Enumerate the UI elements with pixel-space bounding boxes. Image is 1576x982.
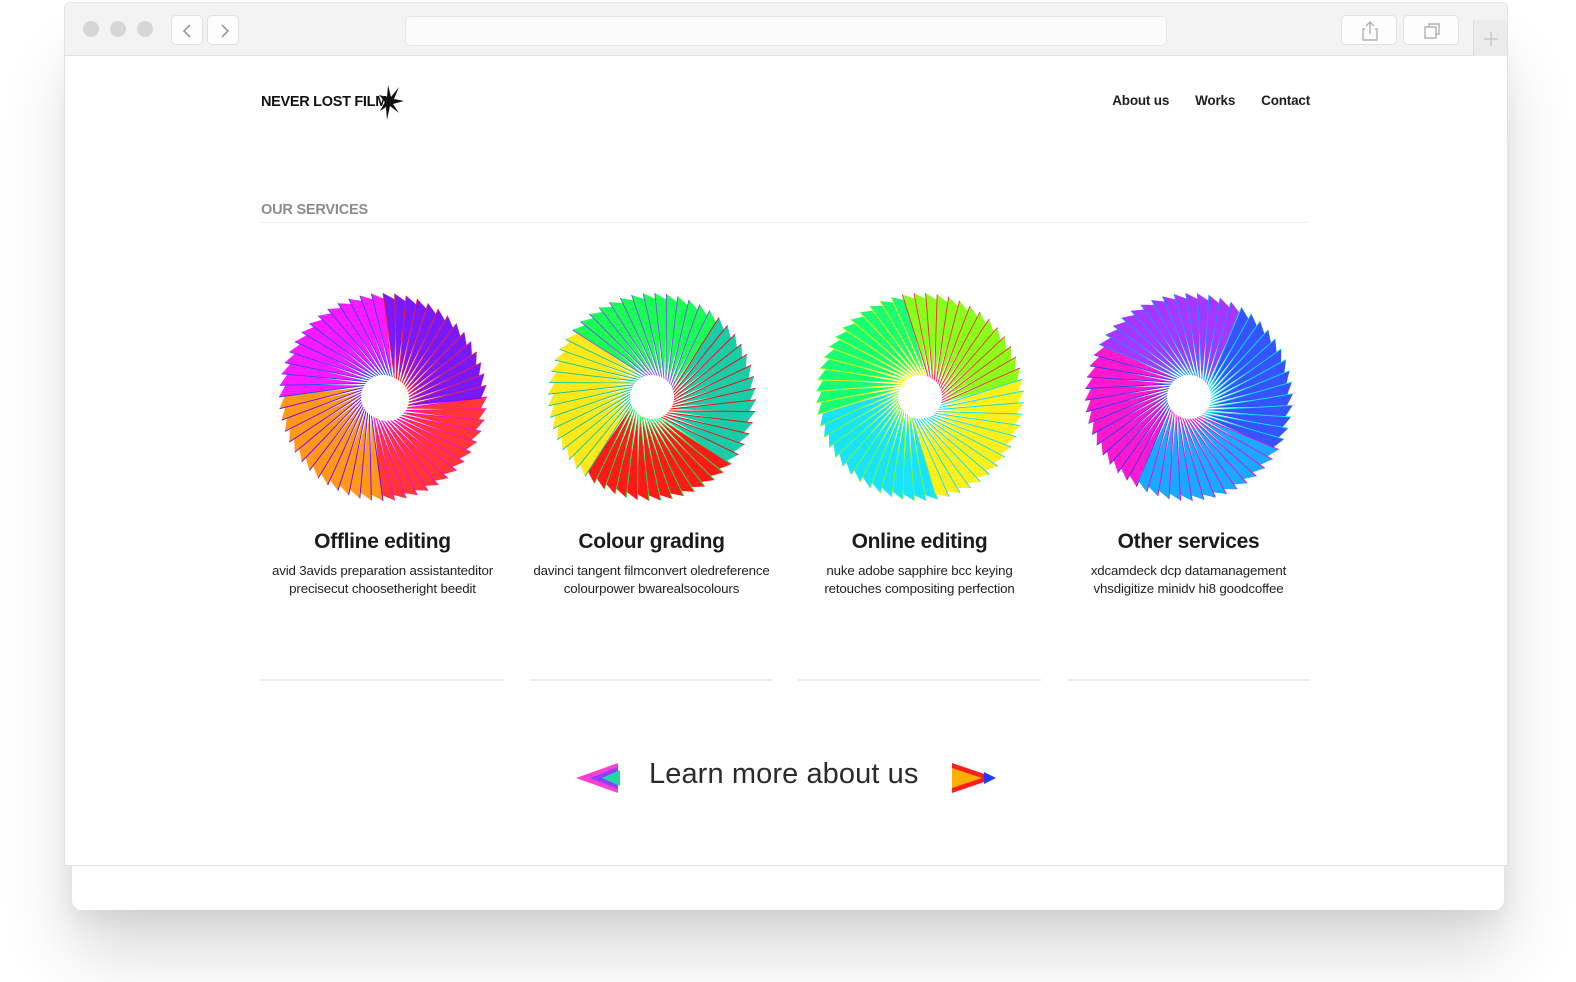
new-tab-button[interactable] <box>1473 20 1507 56</box>
browser-toolbar <box>65 3 1507 56</box>
close-window-button[interactable] <box>83 21 99 37</box>
maximize-window-button[interactable] <box>137 21 153 37</box>
service-title: Online editing <box>851 530 988 553</box>
back-button[interactable] <box>171 15 203 45</box>
logo-text: NEVER LOST FILM <box>261 94 388 110</box>
share-button[interactable] <box>1341 15 1397 45</box>
service-divider <box>798 679 1041 681</box>
nav-about-us[interactable]: About us <box>1112 93 1169 108</box>
section-title: OUR SERVICES <box>261 202 368 218</box>
service-card-online-editing[interactable]: Online editing nuke adobe sapphire bcc k… <box>798 286 1041 681</box>
cta-label[interactable]: Learn more about us <box>649 758 919 791</box>
service-art <box>261 286 504 508</box>
spiral-center <box>911 386 937 412</box>
section-divider <box>261 222 1309 223</box>
chevron-right-icon <box>221 24 230 38</box>
service-description: avid 3avids preparation assistanteditor p… <box>271 563 494 596</box>
tabs-icon <box>1424 23 1440 39</box>
service-card-colour-grading[interactable]: Colour grading davinci tangent filmconve… <box>530 286 773 681</box>
service-title: Colour grading <box>578 530 725 553</box>
spiral-graphic-icon <box>1084 292 1294 502</box>
arrow-left-icon[interactable] <box>576 761 622 795</box>
service-divider <box>1067 679 1310 681</box>
service-title: Offline editing <box>314 530 451 553</box>
web-page: NEVER LOST FILM About us Works Contact O… <box>65 56 1507 865</box>
share-icon <box>1362 21 1378 41</box>
browser-window: NEVER LOST FILM About us Works Contact O… <box>64 2 1508 866</box>
nav-works[interactable]: Works <box>1195 93 1235 108</box>
service-description: davinci tangent filmconvert oledreferenc… <box>533 563 770 596</box>
spiral-graphic-icon <box>547 292 757 502</box>
learn-more-cta[interactable]: Learn more about us <box>65 758 1507 804</box>
service-card-other-services[interactable]: Other services xdcamdeck dcp datamanagem… <box>1067 286 1310 681</box>
spiral-center <box>365 377 409 421</box>
tabs-overview-button[interactable] <box>1403 15 1459 45</box>
service-divider <box>261 679 504 681</box>
service-art <box>1067 286 1310 508</box>
service-description: xdcamdeck dcp datamanagement vhsdigitize … <box>1090 563 1287 596</box>
main-nav: About us Works Contact <box>1112 93 1310 108</box>
chevron-left-icon <box>182 24 191 38</box>
forward-button[interactable] <box>207 15 239 45</box>
arrow-right-icon[interactable] <box>950 761 996 795</box>
service-card-offline-editing[interactable]: Offline editing avid 3avids preparation … <box>261 286 504 681</box>
service-art <box>798 286 1041 508</box>
nav-contact[interactable]: Contact <box>1261 93 1310 108</box>
spiral-graphic-icon <box>278 292 488 502</box>
service-title: Other services <box>1117 530 1260 553</box>
plus-icon <box>1484 32 1498 46</box>
star-burst-icon <box>379 85 404 120</box>
minimize-window-button[interactable] <box>110 21 126 37</box>
service-divider <box>530 679 773 681</box>
spiral-graphic-icon <box>816 293 1024 501</box>
service-art <box>530 286 773 508</box>
service-description: nuke adobe sapphire bcc keying retouches … <box>824 563 1015 596</box>
address-bar[interactable] <box>405 16 1167 46</box>
